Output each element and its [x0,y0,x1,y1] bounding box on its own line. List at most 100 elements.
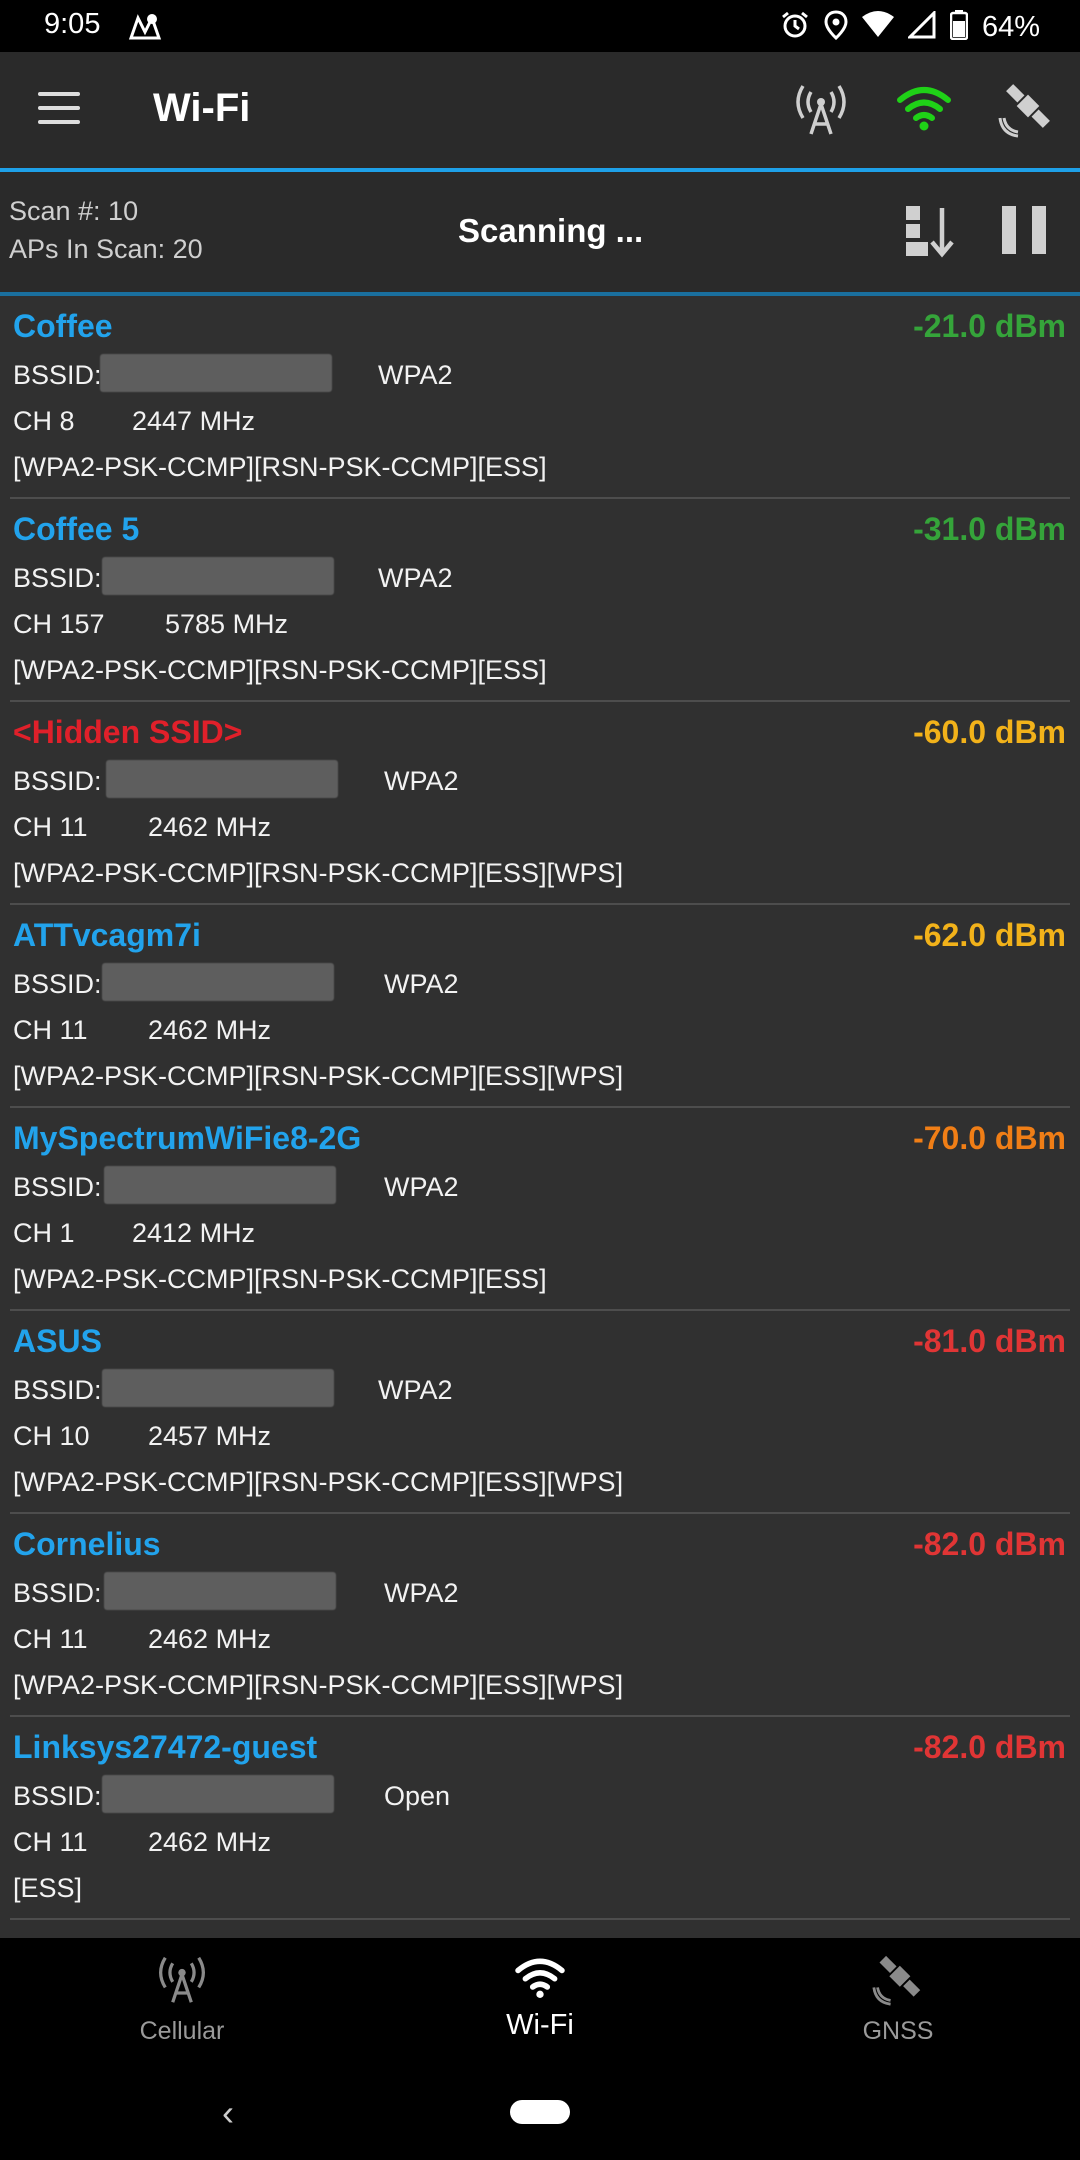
battery-icon [949,10,969,45]
access-point-row[interactable]: Coffee 5 -31.0 dBm BSSID: WPA2 CH 157 57… [10,499,1070,702]
ssid-label: ASUS [13,1323,102,1359]
back-icon[interactable]: ‹ [222,2092,234,2134]
sort-icon[interactable] [904,204,956,263]
bssid-redacted [102,1369,334,1407]
satellite-icon[interactable] [998,82,1054,138]
signal-strength: -70.0 dBm [913,1120,1066,1156]
nav-item-gnss[interactable]: GNSS [798,1954,998,2046]
bssid-label: BSSID: [13,969,102,999]
channel: CH 11 [13,1015,88,1045]
security-type: Open [384,1781,451,1811]
location-icon [824,10,848,45]
ssid-label: Coffee 5 [13,511,140,547]
channel: CH 8 [13,406,75,436]
nav-item-wifi[interactable]: Wi-Fi [440,1954,640,2042]
battery-percent: 64% [981,11,1040,43]
clock: 9:05 [44,8,101,40]
access-point-row[interactable]: MySpectrumWiFie8-2G -70.0 dBm BSSID: WPA… [10,1108,1070,1311]
channel: CH 11 [13,812,88,842]
capabilities: [WPA2-PSK-CCMP][RSN-PSK-CCMP][ESS] [13,1264,547,1294]
scan-number: Scan #: 10 [9,196,139,226]
home-button[interactable] [510,2100,570,2124]
bssid-label: BSSID: [13,766,102,796]
security-type: WPA2 [384,1578,459,1608]
ssid-label: Coffee [13,308,113,344]
channel: CH 11 [13,1624,88,1654]
wifi-icon[interactable] [896,82,952,138]
menu-icon[interactable] [38,92,80,126]
wifi-icon [514,1958,566,2002]
system-nav-bar: ‹ [0,2064,1080,2160]
cell-tower-icon [156,1956,208,2010]
nav-label-gnss: GNSS [862,2017,934,2045]
bssid-redacted [102,963,334,1001]
capabilities: [WPA2-PSK-CCMP][RSN-PSK-CCMP][ESS][WPS] [13,1670,624,1700]
bssid-redacted [102,557,334,595]
bssid-label: BSSID: [13,1172,102,1202]
access-point-row[interactable]: ASUS -81.0 dBm BSSID: WPA2 CH 10 2457 MH… [10,1311,1070,1514]
ssid-label: Cornelius [13,1526,161,1562]
bssid-label: BSSID: [13,360,102,390]
bottom-nav: Cellular Wi-Fi GNSS [0,1938,1080,2064]
security-type: WPA2 [384,1172,459,1202]
cell-tower-icon[interactable] [793,82,849,138]
aps-in-scan: APs In Scan: 20 [9,234,203,264]
access-point-row[interactable]: ATTvcagm7i -62.0 dBm BSSID: WPA2 CH 11 2… [10,905,1070,1108]
bssid-redacted [104,1572,336,1610]
security-type: WPA2 [378,563,453,593]
page-title: Wi-Fi [153,86,251,130]
security-type: WPA2 [384,766,459,796]
frequency: 2457 MHz [148,1421,272,1451]
capabilities: [WPA2-PSK-CCMP][RSN-PSK-CCMP][ESS][WPS] [13,1061,624,1091]
frequency: 2462 MHz [148,1624,272,1654]
bssid-label: BSSID: [13,563,102,593]
capabilities: [WPA2-PSK-CCMP][RSN-PSK-CCMP][ESS] [13,452,547,482]
status-bar: 9:05 64% [0,0,1080,52]
bssid-redacted [106,760,338,798]
access-point-row[interactable]: <Hidden SSID> -60.0 dBm BSSID: WPA2 CH 1… [10,702,1070,905]
channel: CH 157 [13,609,105,639]
frequency: 2462 MHz [148,1827,272,1857]
bssid-redacted [100,354,332,392]
signal-icon [906,9,936,44]
wifi-icon [861,11,894,44]
signal-strength: -81.0 dBm [913,1323,1066,1359]
frequency: 5785 MHz [165,609,289,639]
access-point-list[interactable]: Coffee -21.0 dBm BSSID: WPA2 CH 8 2447 M… [0,296,1080,1938]
signal-strength: -60.0 dBm [913,714,1066,750]
access-point-row[interactable]: Cornelius -82.0 dBm BSSID: WPA2 CH 11 24… [10,1514,1070,1717]
access-point-row[interactable]: Linksys27472-guest -82.0 dBm BSSID: Open… [10,1717,1070,1920]
capabilities: [WPA2-PSK-CCMP][RSN-PSK-CCMP][ESS][WPS] [13,1467,624,1497]
nav-item-cellular[interactable]: Cellular [82,1954,282,2046]
frequency: 2447 MHz [132,406,256,436]
status-icons: 64% [780,9,1040,45]
channel: CH 10 [13,1421,90,1451]
signal-strength: -62.0 dBm [913,917,1066,953]
ssid-label: Linksys27472-guest [13,1729,318,1765]
capabilities: [WPA2-PSK-CCMP][RSN-PSK-CCMP][ESS] [13,655,547,685]
channel: CH 11 [13,1827,88,1857]
pause-icon[interactable] [1000,204,1048,261]
security-type: WPA2 [378,360,453,390]
app-toolbar: Wi-Fi [0,52,1080,172]
bssid-label: BSSID: [13,1375,102,1405]
scan-header: Scan #: 10 APs In Scan: 20 Scanning ... [0,172,1080,296]
capabilities: [WPA2-PSK-CCMP][RSN-PSK-CCMP][ESS][WPS] [13,858,624,888]
alarm-icon [780,10,810,45]
signal-strength: -82.0 dBm [913,1729,1066,1765]
ssid-label: <Hidden SSID> [13,714,243,750]
access-point-row[interactable]: Coffee -21.0 dBm BSSID: WPA2 CH 8 2447 M… [10,296,1070,499]
satellite-icon [872,1955,924,2010]
maps-icon [128,12,162,45]
nav-label-wifi: Wi-Fi [506,2009,574,2041]
signal-strength: -31.0 dBm [913,511,1066,547]
frequency: 2462 MHz [148,1015,272,1045]
signal-strength: -21.0 dBm [913,308,1066,344]
security-type: WPA2 [384,969,459,999]
security-type: WPA2 [378,1375,453,1405]
channel: CH 1 [13,1218,75,1248]
ssid-label: MySpectrumWiFie8-2G [13,1120,362,1156]
frequency: 2412 MHz [132,1218,256,1248]
bssid-label: BSSID: [13,1781,102,1811]
bssid-redacted [104,1166,336,1204]
